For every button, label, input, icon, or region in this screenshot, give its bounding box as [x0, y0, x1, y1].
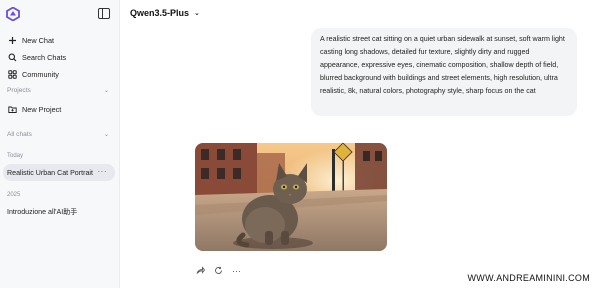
folder-plus-icon [8, 105, 17, 114]
projects-label: Projects [7, 87, 31, 94]
model-name: Qwen3.5-Plus [130, 8, 190, 18]
group-label-today: Today [7, 153, 24, 159]
new-chat-button[interactable]: New Chat [8, 34, 54, 46]
grid-icon [8, 69, 17, 79]
search-chats-button[interactable]: Search Chats [8, 51, 66, 63]
projects-section[interactable]: Projects ⌄ [7, 87, 109, 94]
chat-title: Realistic Urban Cat Portrait [7, 168, 93, 177]
sidebar: New Chat Search Chats Community Projects… [0, 0, 120, 288]
share-icon[interactable] [196, 266, 205, 275]
group-label-2025: 2025 [7, 192, 21, 198]
search-chats-label: Search Chats [22, 52, 67, 62]
new-project-button[interactable]: New Project [8, 103, 61, 115]
community-label: Community [22, 69, 59, 79]
plus-icon [8, 36, 17, 45]
new-project-label: New Project [22, 104, 62, 114]
new-chat-label: New Chat [22, 35, 55, 45]
more-options-icon[interactable]: ··· [232, 266, 241, 276]
user-message-bubble: A realistic street cat sitting on a quie… [311, 28, 577, 116]
qwen-logo-icon[interactable] [6, 7, 20, 21]
community-button[interactable]: Community [8, 68, 59, 80]
watermark: WWW.ANDREAMININI.COM [467, 273, 590, 283]
chat-title: Introduzione all'AI助手 [7, 207, 78, 216]
chevron-down-icon: ⌄ [103, 88, 109, 94]
all-chats-label: All chats [7, 131, 32, 138]
chat-item-active[interactable]: Realistic Urban Cat Portrait ··· [3, 164, 115, 181]
regenerate-icon[interactable] [214, 266, 223, 275]
prompt-text: A realistic street cat sitting on a quie… [320, 35, 565, 95]
all-chats-section[interactable]: All chats ⌄ [7, 131, 109, 138]
message-actions: ··· [196, 266, 241, 276]
more-options-icon[interactable]: ··· [98, 167, 108, 176]
search-icon [8, 53, 17, 62]
generated-image[interactable] [195, 143, 387, 251]
chat-item[interactable]: Introduzione all'AI助手 [3, 203, 115, 220]
chevron-down-icon: ⌄ [194, 10, 200, 17]
chevron-down-icon: ⌄ [103, 132, 109, 138]
sidebar-toggle-icon[interactable] [98, 8, 110, 19]
model-selector[interactable]: Qwen3.5-Plus ⌄ [130, 8, 200, 18]
